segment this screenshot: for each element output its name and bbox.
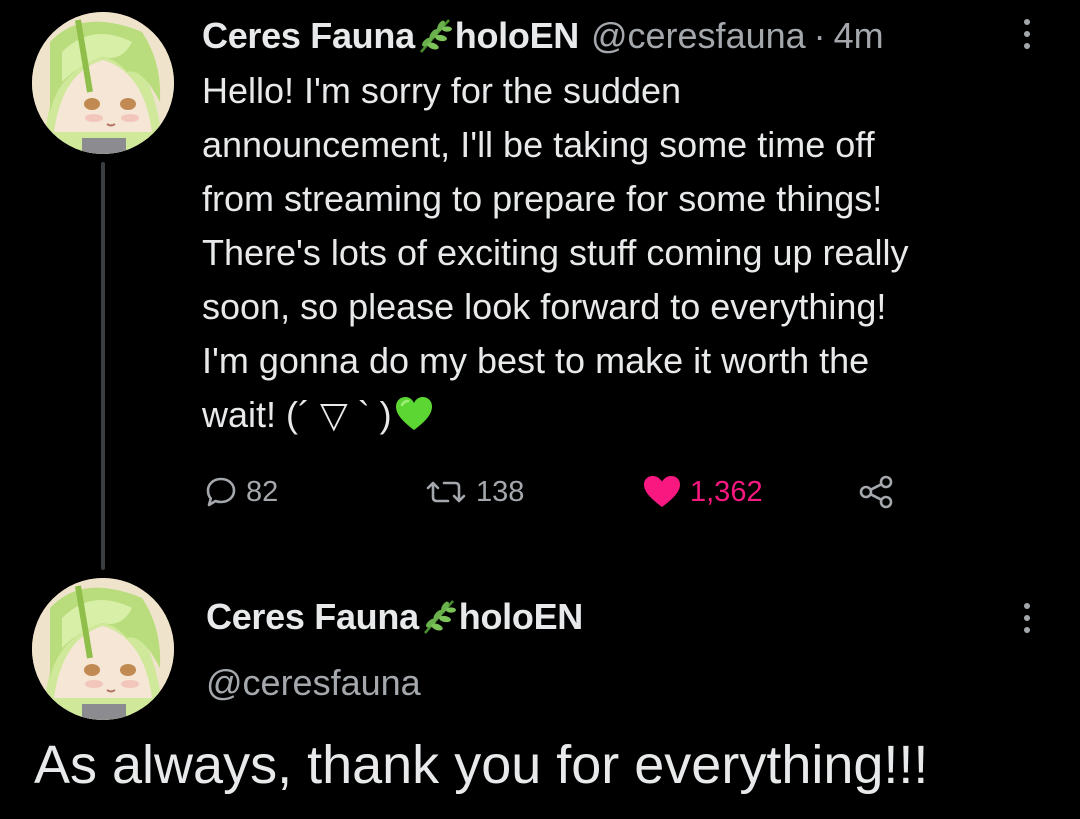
tweet-text-line: soon, so please look forward to everythi…: [202, 286, 887, 327]
green-heart-icon: [394, 395, 434, 433]
tweet-text: As always, thank you for everything!!!: [34, 735, 929, 795]
tweet-header: Ceres Fauna holoEN: [206, 594, 583, 640]
heart-icon: [644, 476, 680, 507]
tweet-text-line: There's lots of exciting stuff coming up…: [202, 232, 909, 273]
tweet-header: Ceres Fauna holoEN @ceresfauna · 4m: [202, 14, 884, 58]
user-handle[interactable]: @ceresfauna: [591, 14, 806, 58]
vertical-ellipsis-icon[interactable]: [1020, 598, 1034, 638]
avatar[interactable]: [32, 12, 174, 154]
speech-bubble-icon: [206, 477, 236, 507]
tweet-text-line: announcement, I'll be taking some time o…: [202, 124, 875, 165]
display-name[interactable]: Ceres Fauna: [206, 596, 419, 638]
tweet-text-line: Hello! I'm sorry for the sudden: [202, 70, 682, 111]
display-name-suffix[interactable]: holoEN: [455, 14, 579, 58]
herb-leaf-icon: [419, 597, 459, 637]
like-button[interactable]: 1,362: [642, 470, 763, 514]
tweet-text-last-line: wait! (´ ▽ ` ): [202, 388, 1062, 442]
display-name[interactable]: Ceres Fauna: [202, 14, 415, 58]
avatar[interactable]: [32, 578, 174, 720]
tweet-text-line: wait! (´ ▽ ` ): [202, 394, 392, 435]
tweet-text-line: from streaming to prepare for some thing…: [202, 178, 883, 219]
vertical-ellipsis-icon[interactable]: [1020, 14, 1034, 54]
tweet-text-line: I'm gonna do my best to make it worth th…: [202, 340, 870, 381]
share-button[interactable]: [858, 470, 896, 514]
user-handle[interactable]: @ceresfauna: [206, 660, 421, 706]
retweet-button[interactable]: 138: [424, 470, 524, 514]
tweet-actions: 82 138 1,362: [202, 470, 922, 514]
tweet-text: Hello! I'm sorry for the sudden announce…: [202, 64, 1062, 442]
reply-button[interactable]: 82: [204, 470, 278, 514]
retweet-arrows-icon: [426, 481, 466, 503]
retweet-count: 138: [476, 475, 525, 508]
separator-dot: ·: [813, 15, 826, 56]
timestamp[interactable]: 4m: [834, 14, 884, 58]
display-name-suffix[interactable]: holoEN: [459, 596, 583, 638]
herb-leaf-icon: [415, 16, 455, 56]
reply-count: 82: [246, 475, 279, 508]
share-nodes-icon: [859, 475, 893, 509]
like-count: 1,362: [690, 475, 763, 508]
thread-connector-line: [101, 162, 105, 570]
